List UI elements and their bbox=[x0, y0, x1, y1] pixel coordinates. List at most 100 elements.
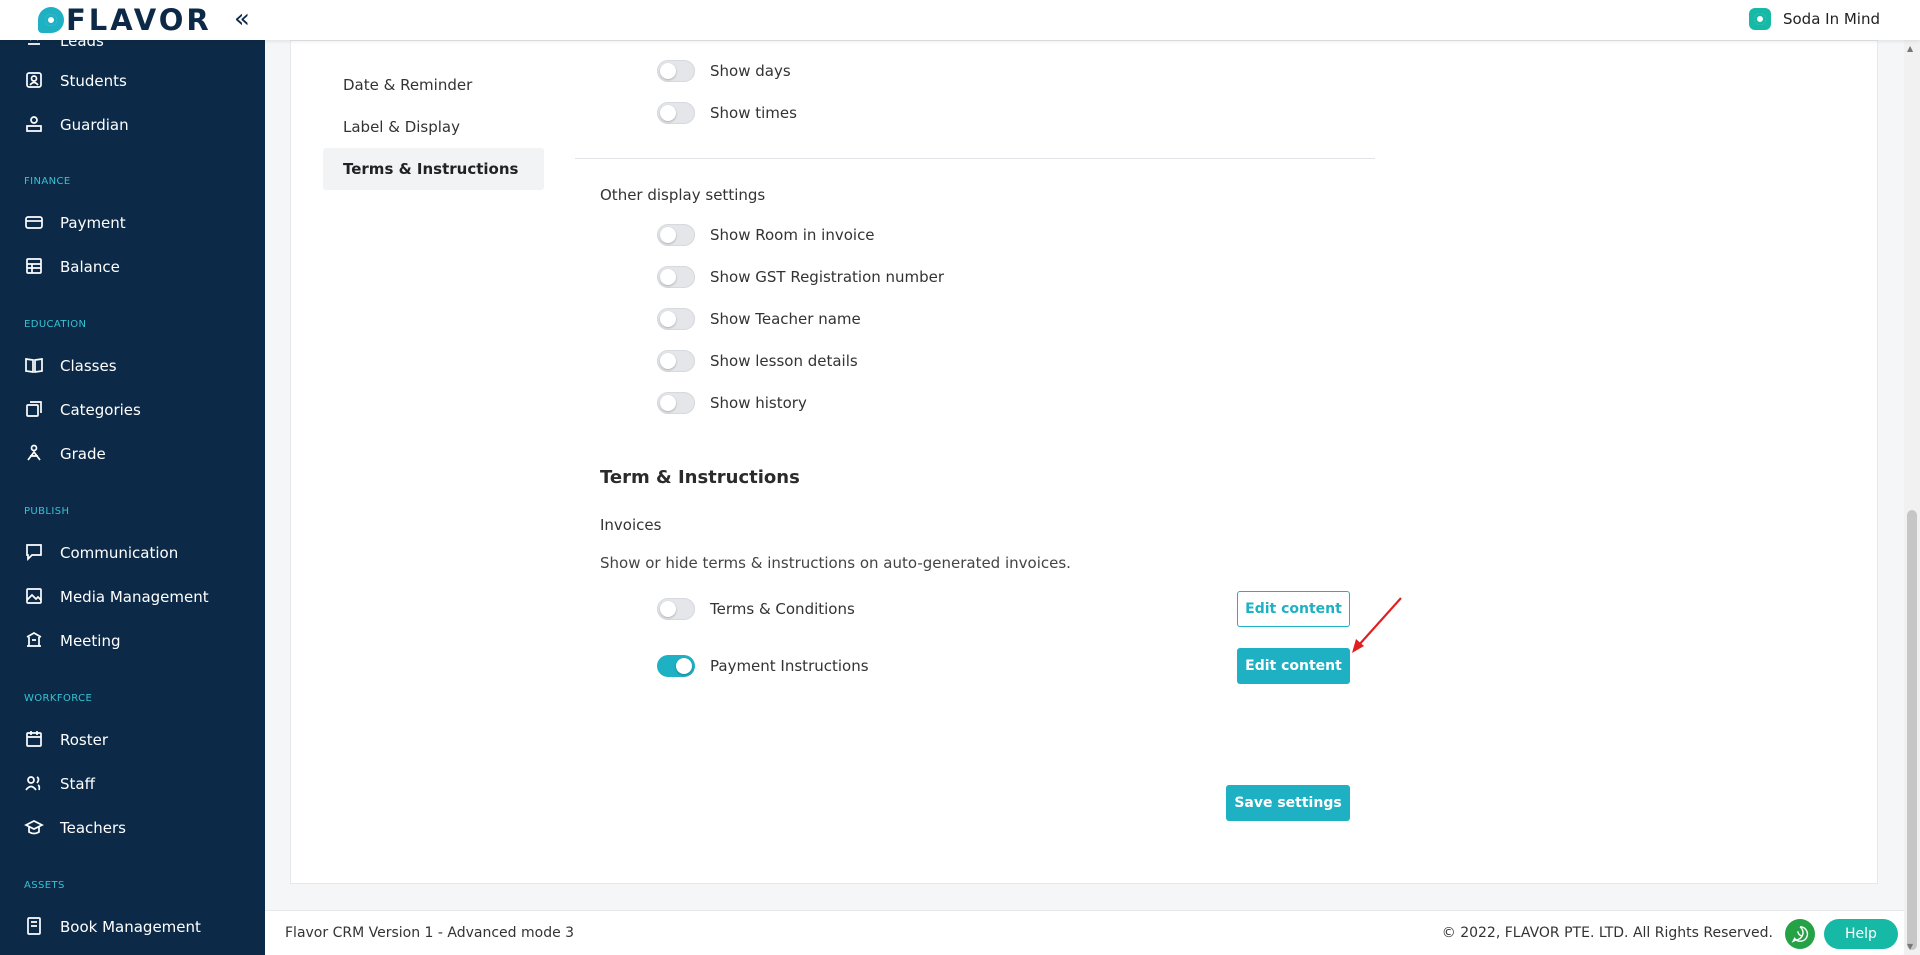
sidebar-item-label: Staff bbox=[60, 775, 95, 793]
sidebar-item-label: Balance bbox=[60, 258, 120, 276]
toggle-label: Show GST Registration number bbox=[710, 268, 945, 286]
leads-icon bbox=[24, 40, 46, 52]
whatsapp-icon[interactable] bbox=[1785, 919, 1815, 949]
submenu-date-reminder[interactable]: Date & Reminder bbox=[323, 64, 544, 106]
invoices-subtitle: Invoices bbox=[600, 516, 662, 534]
show-days-toggle[interactable] bbox=[657, 60, 695, 82]
chat-icon bbox=[24, 542, 46, 564]
scroll-down-icon[interactable]: ▼ bbox=[1907, 942, 1913, 951]
toggle-label: Show Room in invoice bbox=[710, 226, 875, 244]
sidebar-item-label: Roster bbox=[60, 731, 109, 749]
toggle-row-terms-conditions: Terms & Conditions bbox=[657, 598, 855, 620]
collapse-sidebar-icon[interactable]: « bbox=[234, 6, 250, 32]
sidebar-item-guardian[interactable]: Guardian bbox=[24, 114, 129, 136]
help-button[interactable]: Help bbox=[1824, 919, 1898, 949]
categories-icon bbox=[24, 399, 46, 421]
organization-icon bbox=[1748, 8, 1771, 30]
sidebar: Leads Students Guardian FINANCE Payment … bbox=[0, 40, 265, 955]
toggle-label: Show lesson details bbox=[710, 352, 858, 370]
toggle-row-show-gst: Show GST Registration number bbox=[657, 266, 944, 288]
sidebar-item-leads[interactable]: Leads bbox=[24, 40, 104, 52]
staff-icon bbox=[24, 773, 46, 795]
sidebar-item-label: Payment bbox=[60, 214, 126, 232]
section-title-finance: FINANCE bbox=[24, 176, 71, 187]
toggle-label: Payment Instructions bbox=[710, 657, 869, 675]
show-times-toggle[interactable] bbox=[657, 102, 695, 124]
organization-switcher[interactable]: Soda In Mind bbox=[1748, 8, 1880, 30]
sidebar-item-grade[interactable]: Grade bbox=[24, 443, 106, 465]
terms-section-title: Term & Instructions bbox=[600, 467, 800, 488]
toggle-label: Show history bbox=[710, 394, 807, 412]
book-icon bbox=[24, 355, 46, 377]
other-display-settings-title: Other display settings bbox=[600, 186, 766, 204]
show-gst-toggle[interactable] bbox=[657, 266, 695, 288]
toggle-row-show-lesson: Show lesson details bbox=[657, 350, 858, 372]
guardian-icon bbox=[24, 114, 46, 136]
flavor-logo[interactable]: FLAVOR bbox=[38, 3, 212, 37]
show-lesson-toggle[interactable] bbox=[657, 350, 695, 372]
meeting-icon bbox=[24, 630, 46, 652]
terms-description: Show or hide terms & instructions on aut… bbox=[600, 554, 1071, 572]
sidebar-item-label: Categories bbox=[60, 401, 141, 419]
edit-terms-content-button[interactable]: Edit content bbox=[1237, 591, 1350, 627]
toggle-label: Terms & Conditions bbox=[710, 600, 855, 618]
section-title-publish: PUBLISH bbox=[24, 506, 70, 517]
payment-icon bbox=[24, 212, 46, 234]
top-bar: FLAVOR « Soda In Mind bbox=[0, 0, 1920, 40]
edit-payment-instructions-button[interactable]: Edit content bbox=[1237, 648, 1350, 684]
toggle-row-payment-instructions: Payment Instructions bbox=[657, 655, 869, 677]
toggle-row-show-history: Show history bbox=[657, 392, 807, 414]
toggle-label: Show days bbox=[710, 62, 791, 80]
sidebar-item-label: Teachers bbox=[60, 819, 126, 837]
logo-text: FLAVOR bbox=[66, 3, 212, 37]
payment-instructions-toggle[interactable] bbox=[657, 655, 695, 677]
submenu-terms-instructions[interactable]: Terms & Instructions bbox=[323, 148, 544, 190]
sidebar-item-staff[interactable]: Staff bbox=[24, 773, 95, 795]
sidebar-item-balance[interactable]: Balance bbox=[24, 256, 120, 278]
teacher-icon bbox=[24, 817, 46, 839]
terms-conditions-toggle[interactable] bbox=[657, 598, 695, 620]
student-icon bbox=[24, 70, 46, 92]
balance-icon bbox=[24, 256, 46, 278]
sidebar-item-label: Grade bbox=[60, 445, 106, 463]
media-icon bbox=[24, 586, 46, 608]
toggle-label: Show times bbox=[710, 104, 797, 122]
scrollbar-thumb[interactable] bbox=[1907, 510, 1917, 950]
grade-icon bbox=[24, 443, 46, 465]
sidebar-item-label: Meeting bbox=[60, 632, 121, 650]
toggle-row-show-days: Show days bbox=[657, 60, 791, 82]
show-teacher-toggle[interactable] bbox=[657, 308, 695, 330]
show-room-toggle[interactable] bbox=[657, 224, 695, 246]
page-scrollbar[interactable]: ▲ ▼ bbox=[1904, 40, 1920, 955]
section-title-workforce: WORKFORCE bbox=[24, 693, 93, 704]
sidebar-item-communication[interactable]: Communication bbox=[24, 542, 178, 564]
section-title-education: EDUCATION bbox=[24, 319, 87, 330]
sidebar-item-categories[interactable]: Categories bbox=[24, 399, 141, 421]
sidebar-item-teachers[interactable]: Teachers bbox=[24, 817, 126, 839]
sidebar-item-classes[interactable]: Classes bbox=[24, 355, 117, 377]
scroll-up-icon[interactable]: ▲ bbox=[1907, 44, 1913, 53]
sidebar-item-meeting[interactable]: Meeting bbox=[24, 630, 120, 652]
sidebar-item-students[interactable]: Students bbox=[24, 70, 127, 92]
toggle-label: Show Teacher name bbox=[710, 310, 861, 328]
show-history-toggle[interactable] bbox=[657, 392, 695, 414]
section-title-assets: ASSETS bbox=[24, 880, 65, 891]
save-settings-button[interactable]: Save settings bbox=[1226, 785, 1350, 821]
sidebar-item-roster[interactable]: Roster bbox=[24, 729, 108, 751]
sidebar-item-label: Guardian bbox=[60, 116, 129, 134]
sidebar-item-book-management[interactable]: Book Management bbox=[24, 916, 201, 938]
sidebar-item-label: Students bbox=[60, 72, 127, 90]
calendar-icon bbox=[24, 729, 46, 751]
settings-submenu: Date & Reminder Label & Display Terms & … bbox=[323, 64, 544, 190]
version-text: Flavor CRM Version 1 - Advanced mode 3 bbox=[285, 925, 575, 941]
annotation-arrow bbox=[1352, 597, 1402, 653]
toggle-row-show-times: Show times bbox=[657, 102, 797, 124]
flavor-logo-icon bbox=[38, 7, 64, 33]
sidebar-item-label: Classes bbox=[60, 357, 117, 375]
sidebar-item-payment[interactable]: Payment bbox=[24, 212, 126, 234]
sidebar-item-media-management[interactable]: Media Management bbox=[24, 586, 209, 608]
submenu-label-display[interactable]: Label & Display bbox=[323, 106, 544, 148]
organization-name: Soda In Mind bbox=[1782, 10, 1880, 28]
section-divider bbox=[575, 158, 1375, 159]
footer: Flavor CRM Version 1 - Advanced mode 3 ©… bbox=[265, 910, 1920, 955]
